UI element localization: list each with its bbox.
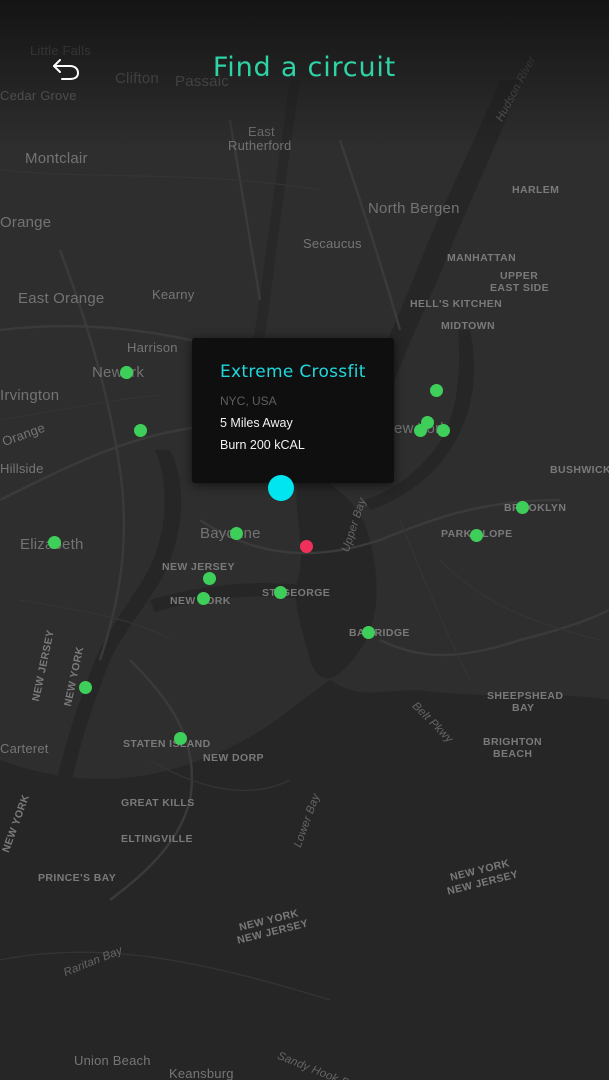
gym-marker[interactable] xyxy=(413,423,427,437)
map-place-label: BUSHWICK xyxy=(550,464,609,476)
map-place-label: BAY RIDGE xyxy=(349,627,410,639)
map-place-label: Secaucus xyxy=(303,236,362,251)
gym-marker[interactable] xyxy=(515,500,529,514)
map-place-label: Irvington xyxy=(0,387,60,404)
gym-calorie-burn: Burn 200 kCAL xyxy=(220,438,305,452)
map-place-label: BAY xyxy=(512,702,535,714)
gym-marker[interactable] xyxy=(47,535,61,549)
map-place-label: BEACH xyxy=(493,748,533,760)
gym-location: NYC, USA xyxy=(220,394,277,408)
gym-marker[interactable] xyxy=(173,731,187,745)
map-place-label: Montclair xyxy=(25,150,88,167)
gym-marker[interactable] xyxy=(361,625,375,639)
gym-marker[interactable] xyxy=(196,591,210,605)
map-place-label: STATEN ISLAND xyxy=(123,738,211,750)
map-place-label: NEW JERSEY xyxy=(162,561,235,573)
map-place-label: MIDTOWN xyxy=(441,320,495,332)
map-place-label: Kearny xyxy=(152,287,195,302)
map-place-label: UPPER xyxy=(500,270,539,282)
gym-marker[interactable] xyxy=(273,585,287,599)
current-location-marker xyxy=(299,539,313,553)
gym-marker[interactable] xyxy=(469,528,483,542)
map-place-label: GREAT KILLS xyxy=(121,797,195,809)
map-place-label: Harrison xyxy=(127,340,178,355)
map-place-label: HELL'S KITCHEN xyxy=(410,298,503,310)
map-place-label: Newark xyxy=(92,364,145,381)
map-place-label: BRIGHTON xyxy=(483,736,543,748)
gym-info-card[interactable]: Extreme Crossfit NYC, USA 5 Miles Away B… xyxy=(192,338,394,483)
map-place-label: MANHATTAN xyxy=(447,252,517,264)
map-place-label: Carteret xyxy=(0,741,49,756)
gym-marker[interactable] xyxy=(229,526,243,540)
gym-distance: 5 Miles Away xyxy=(220,416,293,430)
gym-marker[interactable] xyxy=(202,571,216,585)
map-place-label: SHEEPSHEAD xyxy=(487,690,564,702)
map-place-label: East Orange xyxy=(18,290,105,307)
gym-marker[interactable] xyxy=(429,383,443,397)
map-place-label: North Bergen xyxy=(368,200,460,217)
map-place-label: East xyxy=(248,124,275,139)
gym-marker[interactable] xyxy=(436,423,450,437)
map-place-label: BROOKLYN xyxy=(504,502,567,514)
map-place-label: Rutherford xyxy=(228,138,292,153)
map-place-label: Union Beach xyxy=(74,1053,151,1068)
page-title: Find a circuit xyxy=(212,52,397,83)
selected-gym-marker[interactable] xyxy=(268,475,294,501)
gym-marker[interactable] xyxy=(78,680,92,694)
map-place-label: PRINCE'S BAY xyxy=(38,872,117,884)
map-place-label: NEW DORP xyxy=(203,752,264,764)
map-place-label: ELTINGVILLE xyxy=(121,833,193,845)
map-screen: Little Falls Clifton Passaic Cedar Grove Eas… xyxy=(0,0,609,1080)
gym-marker[interactable] xyxy=(133,423,147,437)
map-place-label: ST. GEORGE xyxy=(262,587,331,599)
map-place-label: Orange xyxy=(0,214,52,231)
map-place-label: Hillside xyxy=(0,461,44,476)
map-place-label: Keansburg xyxy=(169,1066,234,1080)
gym-marker[interactable] xyxy=(119,365,133,379)
gym-name: Extreme Crossfit xyxy=(220,362,366,382)
map-place-label: Cedar Grove xyxy=(0,88,77,103)
map-place-label: EAST SIDE xyxy=(490,282,550,294)
map-place-label: HARLEM xyxy=(512,184,560,196)
